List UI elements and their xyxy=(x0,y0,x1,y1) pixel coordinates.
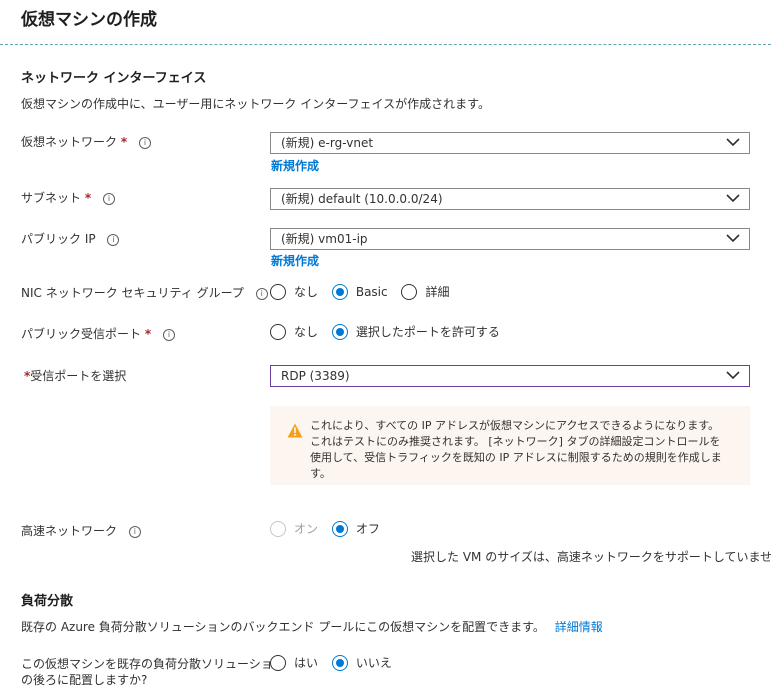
accelerated-option-on: オン xyxy=(270,520,318,537)
header-divider xyxy=(0,44,771,45)
public-ip-label-text: パブリック IP xyxy=(21,232,96,246)
inbound-ports-option-none[interactable]: なし xyxy=(270,323,318,340)
chevron-down-icon xyxy=(726,371,740,380)
network-interface-heading: ネットワーク インターフェイス xyxy=(21,71,207,86)
public-ip-create-new-link[interactable]: 新規作成 xyxy=(271,252,319,269)
nic-nsg-option-advanced[interactable]: 詳細 xyxy=(401,283,449,300)
radio-selected-icon[interactable] xyxy=(331,654,348,671)
info-icon[interactable]: i xyxy=(102,192,115,205)
accelerated-networking-radio-group: オン オフ xyxy=(270,520,390,537)
vnet-create-new-link[interactable]: 新規作成 xyxy=(271,157,319,174)
public-ip-label: パブリック IP i xyxy=(21,230,120,247)
select-ports-label: *受信ポートを選択 xyxy=(24,367,126,384)
load-balancing-radio-group: はい いいえ xyxy=(270,654,402,671)
nic-nsg-radio-group: なし Basic 詳細 xyxy=(270,283,459,300)
inbound-ports-option-allow[interactable]: 選択したポートを許可する xyxy=(331,323,500,340)
load-balancing-option-yes[interactable]: はい xyxy=(270,654,318,671)
radio-selected-icon[interactable] xyxy=(331,323,348,340)
accelerated-option-off[interactable]: オフ xyxy=(331,520,380,537)
accelerated-networking-label: 高速ネットワーク i xyxy=(21,522,141,539)
info-icon[interactable]: i xyxy=(107,233,120,246)
load-balancing-description-text: 既存の Azure 負荷分散ソリューションのバックエンド プールにこの仮想マシン… xyxy=(21,620,545,634)
radio-icon[interactable] xyxy=(270,654,286,671)
info-icon[interactable]: i xyxy=(255,287,268,300)
select-ports-dropdown[interactable]: RDP (3389) xyxy=(270,365,750,387)
load-balancing-description: 既存の Azure 負荷分散ソリューションのバックエンド プールにこの仮想マシン… xyxy=(21,618,603,635)
select-ports-label-text: 受信ポートを選択 xyxy=(30,369,127,383)
vnet-dropdown-value: (新規) e-rg-vnet xyxy=(281,136,374,150)
load-balancing-question-line1: この仮想マシンを既存の負荷分散ソリューション xyxy=(21,657,285,671)
warning-icon xyxy=(287,423,303,438)
chevron-down-icon xyxy=(726,234,740,243)
chevron-down-icon xyxy=(726,194,740,203)
nic-nsg-option-basic[interactable]: Basic xyxy=(331,283,388,300)
page-title: 仮想マシンの作成 xyxy=(21,10,157,30)
radio-disabled-icon xyxy=(270,520,286,537)
nic-nsg-label-text: NIC ネットワーク セキュリティ グループ xyxy=(21,286,244,300)
info-icon[interactable]: i xyxy=(138,136,151,149)
required-marker: * xyxy=(144,327,152,341)
radio-icon[interactable] xyxy=(270,283,286,300)
accelerated-networking-label-text: 高速ネットワーク xyxy=(21,524,118,538)
radio-icon[interactable] xyxy=(270,323,286,340)
subnet-dropdown-value: (新規) default (10.0.0.0/24) xyxy=(281,192,443,206)
radio-selected-icon[interactable] xyxy=(331,520,348,537)
public-ip-dropdown[interactable]: (新規) vm01-ip xyxy=(270,228,750,250)
public-ip-dropdown-value: (新規) vm01-ip xyxy=(281,232,368,246)
vnet-label: 仮想ネットワーク * i xyxy=(21,133,151,150)
nic-nsg-label: NIC ネットワーク セキュリティ グループ i xyxy=(21,284,268,301)
inbound-ports-label-text: パブリック受信ポート xyxy=(21,327,142,341)
load-balancing-option-no[interactable]: いいえ xyxy=(331,654,392,671)
vnet-dropdown[interactable]: (新規) e-rg-vnet xyxy=(270,132,750,154)
radio-selected-icon[interactable] xyxy=(331,283,348,300)
subnet-dropdown[interactable]: (新規) default (10.0.0.0/24) xyxy=(270,188,750,210)
info-icon[interactable]: i xyxy=(162,328,175,341)
load-balancing-question-line2: の後ろに配置しますか? xyxy=(21,673,148,687)
load-balancing-heading: 負荷分散 xyxy=(21,594,74,609)
chevron-down-icon xyxy=(726,138,740,147)
info-icon[interactable]: i xyxy=(128,525,141,538)
nic-nsg-option-none[interactable]: なし xyxy=(270,283,318,300)
required-marker: * xyxy=(84,191,92,205)
subnet-label-text: サブネット xyxy=(21,191,82,205)
required-marker: * xyxy=(120,135,128,149)
select-ports-dropdown-value: RDP (3389) xyxy=(281,369,350,383)
warning-text: これにより、すべての IP アドレスが仮想マシンにアクセスできるようになります。… xyxy=(310,419,722,480)
inbound-ports-label: パブリック受信ポート * i xyxy=(21,325,175,342)
inbound-ports-radio-group: なし 選択したポートを許可する xyxy=(270,323,510,340)
learn-more-link[interactable]: 詳細情報 xyxy=(555,620,603,634)
network-interface-description: 仮想マシンの作成中に、ユーザー用にネットワーク インターフェイスが作成されます。 xyxy=(21,97,490,111)
warning-message-box: これにより、すべての IP アドレスが仮想マシンにアクセスできるようになります。… xyxy=(270,406,750,485)
vnet-label-text: 仮想ネットワーク xyxy=(21,135,118,149)
load-balancing-question: この仮想マシンを既存の負荷分散ソリューション の後ろに配置しますか? xyxy=(21,656,285,688)
accelerated-networking-note: 選択した VM のサイズは、高速ネットワークをサポートしていません。 xyxy=(411,550,771,564)
radio-icon[interactable] xyxy=(401,283,418,300)
subnet-label: サブネット * i xyxy=(21,189,115,206)
